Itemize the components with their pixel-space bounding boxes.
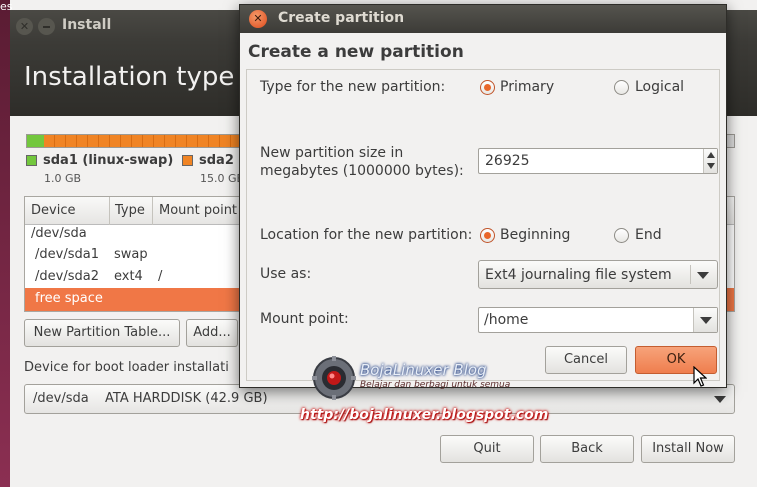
end-radio[interactable] (614, 228, 629, 243)
dialog-title: Create partition (278, 10, 405, 26)
primary-radio[interactable] (480, 80, 495, 95)
dialog-content-frame (246, 69, 720, 381)
type-label: Type for the new partition: (260, 79, 446, 95)
size-label-line2: megabytes (1000000 bytes): (260, 163, 464, 179)
dialog-heading: Create a new partition (248, 42, 464, 62)
mount-point-input[interactable] (479, 308, 691, 332)
legend-size-sda2: 15.0 GB (200, 172, 245, 185)
dialog-titlebar: ✕ Create partition (240, 5, 726, 33)
legend-size-sda1: 1.0 GB (44, 172, 82, 185)
blog-tagline: Belajar dan berbagi untuk semua (360, 380, 511, 390)
add-partition-button[interactable]: Add... (186, 319, 238, 347)
chevron-down-icon (697, 272, 709, 279)
column-header-type[interactable]: Type (115, 203, 145, 218)
disk-segment-sda1 (27, 135, 44, 147)
partition-size-input[interactable] (479, 149, 701, 173)
spinner-buttons[interactable] (703, 149, 717, 173)
installer-window-title: Install (62, 17, 112, 33)
column-header-device[interactable]: Device (31, 203, 75, 218)
chevron-down-icon (700, 317, 712, 324)
end-radio-label[interactable]: End (635, 227, 662, 243)
use-as-label: Use as: (260, 266, 312, 282)
logical-radio-label[interactable]: Logical (635, 79, 684, 95)
combo-separator (690, 265, 691, 284)
mouse-pointer-icon (693, 366, 707, 387)
desktop-edge: es (0, 0, 13, 487)
row-device: free space (35, 291, 103, 306)
legend-name-sda2: sda2 (199, 153, 234, 168)
beginning-radio-label[interactable]: Beginning (500, 227, 570, 243)
column-header-mount-point[interactable]: Mount point (159, 203, 237, 218)
logical-radio[interactable] (614, 80, 629, 95)
new-partition-table-button[interactable]: New Partition Table... (24, 319, 180, 347)
size-label-line1: New partition size in (260, 145, 404, 161)
boot-device: /dev/sda (33, 391, 89, 406)
create-partition-dialog: ✕ Create partition Create a new partitio… (239, 4, 727, 388)
close-icon[interactable]: ✕ (249, 10, 267, 28)
back-button[interactable]: Back (540, 435, 634, 463)
close-icon[interactable]: ✕ (16, 18, 33, 35)
legend-swatch-sda2 (182, 155, 193, 166)
mount-point-dropdown-button[interactable] (693, 308, 717, 332)
row-mount: / (158, 269, 163, 284)
blog-brand-text: BojaLinuxer Blog (360, 361, 487, 379)
row-device: /dev/sda2 (35, 269, 99, 284)
spin-down-icon[interactable] (707, 163, 715, 169)
cancel-button[interactable]: Cancel (545, 346, 627, 374)
row-type: swap (114, 247, 148, 262)
blog-logo-icon (312, 356, 356, 400)
install-now-button[interactable]: Install Now (641, 435, 735, 463)
use-as-value: Ext4 journaling file system (485, 267, 672, 283)
legend-swatch-sda1 (26, 155, 37, 166)
row-device: /dev/sda1 (35, 247, 99, 262)
primary-radio-label[interactable]: Primary (500, 79, 554, 95)
page-title: Installation type (24, 62, 235, 92)
spin-up-icon[interactable] (707, 152, 715, 158)
column-separator (152, 197, 153, 225)
partition-size-spinner[interactable] (478, 148, 718, 174)
quit-button[interactable]: Quit (440, 435, 534, 463)
location-label: Location for the new partition: (260, 227, 473, 243)
minimize-icon[interactable] (38, 18, 55, 35)
row-device: /dev/sda (31, 226, 87, 241)
mount-point-label: Mount point: (260, 311, 349, 327)
beginning-radio[interactable] (480, 228, 495, 243)
legend-name-sda1: sda1 (linux-swap) (43, 153, 174, 168)
boot-loader-label: Device for boot loader installati (24, 360, 229, 375)
boot-device-description: ATA HARDDISK (42.9 GB) (105, 391, 268, 406)
column-separator (109, 197, 110, 225)
row-type: ext4 (114, 269, 143, 284)
use-as-select[interactable]: Ext4 journaling file system (478, 260, 718, 289)
blog-url: http://bojalinuxer.blogspot.com (300, 407, 549, 423)
chevron-down-icon (714, 396, 726, 403)
mount-point-combo[interactable] (478, 307, 718, 333)
